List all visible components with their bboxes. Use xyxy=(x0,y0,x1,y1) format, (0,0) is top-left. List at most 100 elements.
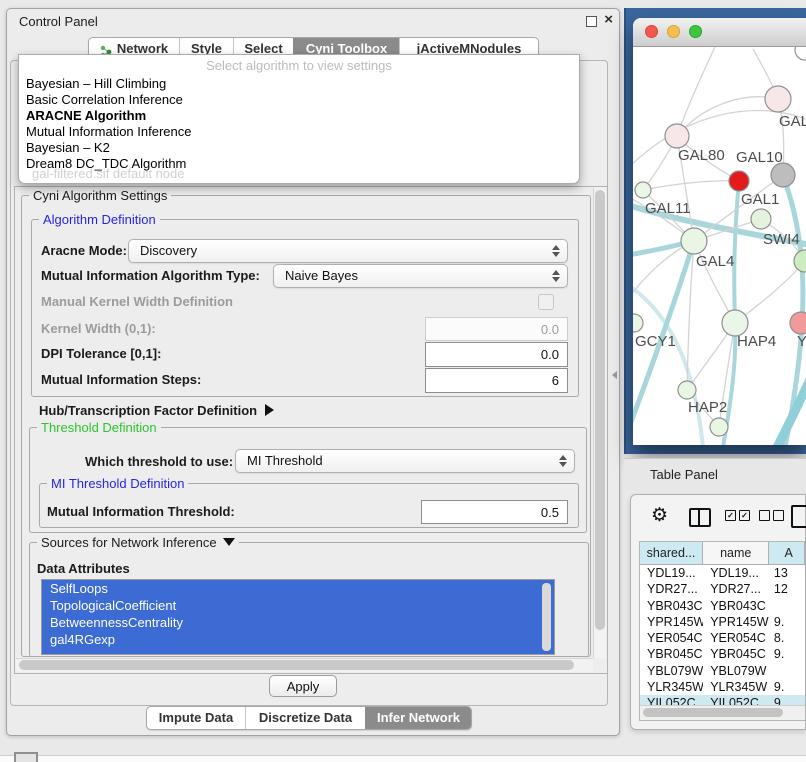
node-table: shared... name A YDL19...YDL19...13YDR27… xyxy=(639,541,805,721)
network-node-label: HAP4 xyxy=(737,333,776,350)
list-scrollbar[interactable] xyxy=(542,583,551,651)
kernel-width-input[interactable]: 0.0 xyxy=(425,317,568,341)
table-row[interactable]: YER054CYER054C8. xyxy=(640,630,805,646)
data-attributes-list[interactable]: SelfLoopsTopologicalCoefficientBetweenne… xyxy=(41,579,555,655)
table-row[interactable]: YPR145WYPR145W9. xyxy=(640,614,805,630)
node-bottom[interactable] xyxy=(710,418,728,436)
table-cell xyxy=(770,663,805,679)
table-row[interactable]: YDR27...YDR27...12 xyxy=(640,581,805,597)
network-node-label: GAL80 xyxy=(678,147,725,164)
mi-steps-input[interactable]: 6 xyxy=(425,368,568,393)
node-swi4[interactable] xyxy=(794,250,806,272)
node-gray[interactable] xyxy=(771,163,795,187)
table-cell: YDL19... xyxy=(703,565,770,581)
tab-discretize-data[interactable]: Discretize Data xyxy=(245,707,365,729)
collapsed-panel-button[interactable] xyxy=(14,752,38,762)
table-row[interactable]: YBL079WYBL079W xyxy=(640,663,805,679)
horizontal-scrollbar[interactable] xyxy=(16,658,593,672)
node-gal4[interactable] xyxy=(681,228,707,254)
algorithm-option[interactable]: Bayesian – K2 xyxy=(19,140,579,156)
table-cell: 13 xyxy=(770,565,805,581)
dpi-tolerance-label: DPI Tolerance [0,1]: xyxy=(41,346,161,361)
table-cell: YLR345W xyxy=(640,679,703,695)
table-row[interactable]: YDL19...YDL19...13 xyxy=(640,565,805,581)
gear-icon[interactable]: ⚙ xyxy=(651,504,668,527)
mi-threshold-label: Mutual Information Threshold: xyxy=(47,504,235,519)
screen: Control Panel × Network Style Select Cyn… xyxy=(0,0,806,762)
node-gal1[interactable] xyxy=(751,209,771,229)
mi-type-label: Mutual Information Algorithm Type: xyxy=(41,268,260,283)
node-red[interactable] xyxy=(729,171,749,191)
algorithm-option[interactable]: Mutual Information Inference xyxy=(19,124,579,140)
which-threshold-select[interactable]: MI Threshold xyxy=(235,449,575,473)
data-attribute-item[interactable]: TopologicalCoefficient xyxy=(42,597,554,614)
deselect-all-checks-icon[interactable] xyxy=(759,510,784,521)
node-gcy1[interactable] xyxy=(633,314,643,332)
expander-right-icon xyxy=(265,404,274,416)
table-cell: 9. xyxy=(770,614,805,630)
aracne-mode-select[interactable]: Discovery xyxy=(128,239,568,263)
close-button[interactable] xyxy=(645,25,658,38)
table-cell: YER054C xyxy=(640,630,703,646)
table-cell: 12 xyxy=(770,581,805,597)
table-cell: 9. xyxy=(770,679,805,695)
network-node-label: HAP2 xyxy=(688,399,727,416)
node-top-right[interactable] xyxy=(795,47,806,60)
stepper-arrows-icon xyxy=(552,245,560,257)
table-row[interactable]: YLR345WYLR345W9. xyxy=(640,679,805,695)
table-cell: YLR345W xyxy=(703,679,770,695)
table-cell xyxy=(770,598,805,614)
data-attribute-item[interactable]: SelfLoops xyxy=(42,580,554,597)
column-selector-icon[interactable] xyxy=(689,508,711,527)
network-node-label: GCY1 xyxy=(635,333,676,350)
node-salmon[interactable] xyxy=(790,312,806,334)
vertical-scrollbar[interactable] xyxy=(593,188,606,658)
close-icon[interactable]: × xyxy=(604,11,613,28)
node-gal80[interactable] xyxy=(665,124,689,148)
table-cell: YBL079W xyxy=(703,663,770,679)
table-toolbar: ⚙ ✓✓ xyxy=(631,495,805,539)
manual-kernel-label: Manual Kernel Width Definition xyxy=(41,294,233,309)
hub-definition-expander[interactable]: Hub/Transcription Factor Definition xyxy=(39,403,274,418)
algorithm-option[interactable]: Bayesian – Hill Climbing xyxy=(19,76,579,92)
table-cell: YER054C xyxy=(703,630,770,646)
panel-split-handle-icon[interactable] xyxy=(612,371,617,379)
node-gal11[interactable] xyxy=(635,182,651,198)
minimize-button[interactable] xyxy=(667,25,680,38)
table-row[interactable]: YBR043CYBR043C xyxy=(640,598,805,614)
column-header-name[interactable]: name xyxy=(703,542,769,564)
mi-threshold-input[interactable]: 0.5 xyxy=(421,500,568,524)
table-header-row: shared... name A xyxy=(640,542,805,565)
node-hap2[interactable] xyxy=(678,381,696,399)
column-header-partial[interactable]: A xyxy=(769,542,805,564)
apply-button[interactable]: Apply xyxy=(269,675,337,697)
zoom-button[interactable] xyxy=(689,25,702,38)
manual-kernel-checkbox[interactable] xyxy=(538,294,554,310)
table-row[interactable]: YBR045CYBR045C9. xyxy=(640,646,805,662)
node-gal-top[interactable] xyxy=(765,86,791,112)
data-attributes-label: Data Attributes xyxy=(37,561,130,576)
tab-impute-data[interactable]: Impute Data xyxy=(147,707,245,729)
dpi-tolerance-input[interactable]: 0.0 xyxy=(425,342,568,367)
expander-down-icon xyxy=(223,538,235,546)
data-attribute-item[interactable]: BetweennessCentrality xyxy=(42,614,554,631)
network-window-titlebar[interactable] xyxy=(633,18,806,47)
algorithm-option-selected[interactable]: ARACNE Algorithm xyxy=(19,108,579,124)
column-header-shared-name[interactable]: shared... xyxy=(640,542,703,564)
mi-type-select[interactable]: Naive Bayes xyxy=(273,264,568,288)
float-window-icon[interactable] xyxy=(586,16,597,27)
network-node-label: GAL1 xyxy=(741,191,779,208)
network-canvas[interactable]: GALGAL80GAL10GAL11GAL1SWI4GAL4GCY1HAP4YH… xyxy=(633,47,806,445)
algorithm-placeholder: Select algorithm to view settings xyxy=(19,55,579,76)
table-cell: YDR27... xyxy=(703,581,770,597)
tab-infer-network[interactable]: Infer Network xyxy=(365,707,471,729)
table-panel-window: ⚙ ✓✓ shared... name A YDL19...YDL19...13… xyxy=(630,494,806,730)
table-options-icon[interactable] xyxy=(791,505,806,528)
settings-scroll-area: Cyni Algorithm Settings Algorithm Defini… xyxy=(14,186,608,674)
data-attribute-item[interactable]: gal4RGexp xyxy=(42,631,554,648)
algorithm-option[interactable]: Basic Correlation Inference xyxy=(19,92,579,108)
select-all-checks-icon[interactable]: ✓✓ xyxy=(725,510,750,521)
sources-group-title[interactable]: Sources for Network Inference xyxy=(37,535,239,550)
table-horizontal-scrollbar[interactable] xyxy=(640,705,805,720)
algorithm-dropdown-popup: Select algorithm to view settings Bayesi… xyxy=(18,54,580,184)
